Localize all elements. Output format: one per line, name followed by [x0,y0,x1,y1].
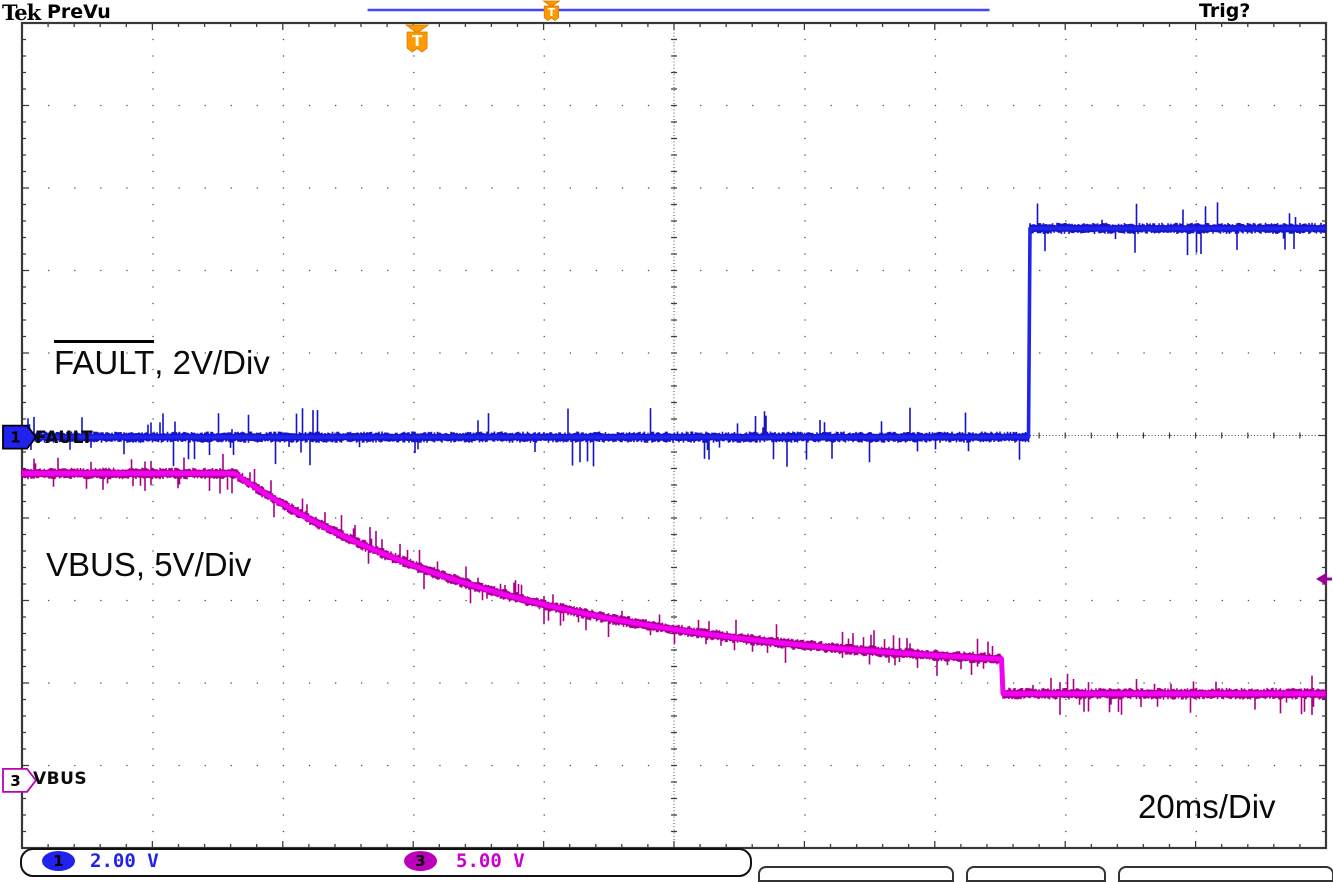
bottom-readout-box [966,866,1106,882]
ch1-badge-number: 1 [10,429,20,447]
trigger-status: Trig? [1199,0,1250,22]
ch3-level-arrow-icon[interactable] [1316,573,1332,586]
ch3-badge-number: 3 [10,772,20,790]
ch1-annotation-rest: , 2V/Div [154,344,270,381]
bottom-readout-box [758,866,954,882]
ch1-trace-label: FAULT [35,428,93,448]
oscilloscope-display: T T 1 3 [0,0,1333,875]
ch1-annotation: FAULT, 2V/Div [54,340,270,382]
ch1-annotation-overline: FAULT [54,340,154,382]
timebase-annotation: 20ms/Div [1138,788,1276,826]
tek-logo: Tek [2,0,40,25]
trigger-letter: T [548,6,556,19]
ch3-annotation: VBUS, 5V/Div [46,546,251,584]
trigger-position-marker-icon[interactable]: T [406,25,428,52]
record-trigger-marker-icon[interactable]: T [544,1,560,20]
trigger-letter: T [412,32,423,50]
ch3-scale-readout[interactable]: 5.00 V [456,850,525,872]
ch3-badge[interactable]: 3 [3,769,36,792]
acquisition-status: PreVu [47,1,111,23]
ch1-scale-readout[interactable]: 2.00 V [90,850,159,872]
ch3-trace-label: VBUS [33,769,87,789]
bottom-readout-box [1118,866,1333,882]
ch1-readout-pill[interactable]: 1 [42,851,75,871]
ch3-readout-pill[interactable]: 3 [404,851,437,871]
